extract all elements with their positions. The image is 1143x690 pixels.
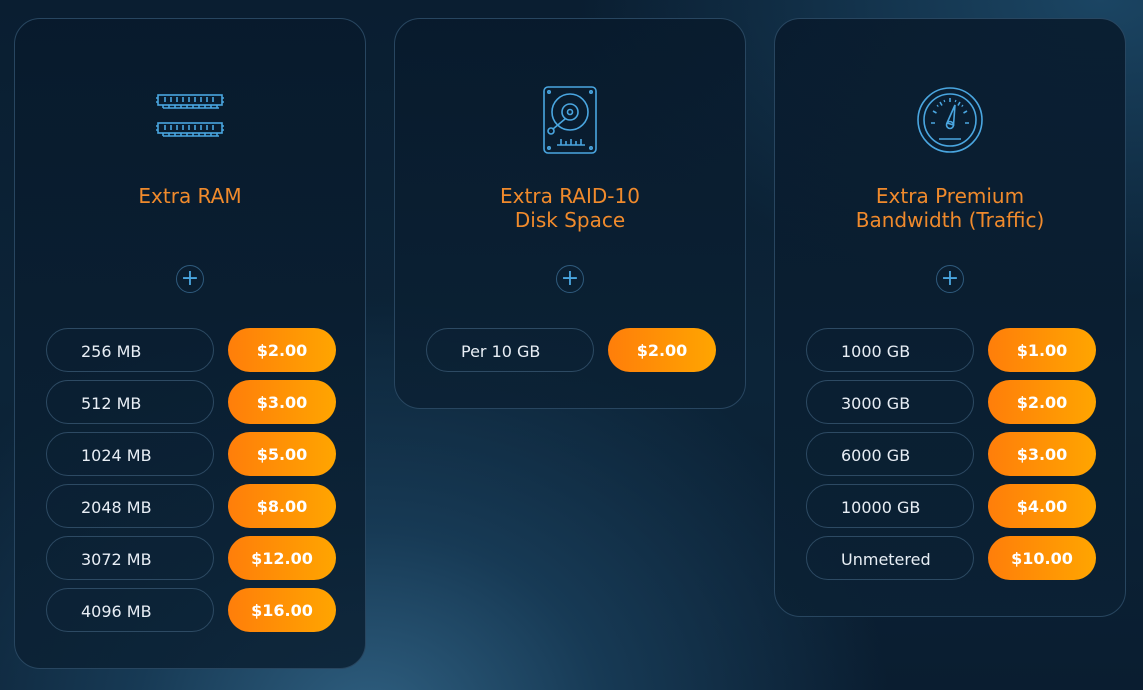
option-row: 2048 MB $8.00	[46, 484, 336, 528]
option-label: 1000 GB	[806, 328, 974, 372]
option-label: Unmetered	[806, 536, 974, 580]
option-row: 3000 GB $2.00	[806, 380, 1096, 424]
option-row: Per 10 GB $2.00	[426, 328, 716, 372]
expand-plus-icon[interactable]: +	[936, 265, 964, 293]
option-list: Per 10 GB $2.00	[426, 328, 716, 380]
price-button[interactable]: $12.00	[228, 536, 336, 580]
price-button[interactable]: $5.00	[228, 432, 336, 476]
price-button[interactable]: $3.00	[988, 432, 1096, 476]
price-button[interactable]: $4.00	[988, 484, 1096, 528]
option-row: 1024 MB $5.00	[46, 432, 336, 476]
price-button[interactable]: $2.00	[988, 380, 1096, 424]
price-button[interactable]: $10.00	[988, 536, 1096, 580]
addon-card-disk: Extra RAID-10 Disk Space + Per 10 GB $2.…	[394, 18, 746, 409]
price-button[interactable]: $16.00	[228, 588, 336, 632]
addon-card-ram: Extra RAM + 256 MB $2.00 512 MB $3.00 10…	[14, 18, 366, 669]
speedometer-icon	[915, 85, 985, 155]
card-title: Extra Premium Bandwidth (Traffic)	[855, 184, 1045, 232]
option-row: Unmetered $10.00	[806, 536, 1096, 580]
price-button[interactable]: $1.00	[988, 328, 1096, 372]
addon-card-bandwidth: Extra Premium Bandwidth (Traffic) + 1000…	[774, 18, 1126, 617]
option-list: 1000 GB $1.00 3000 GB $2.00 6000 GB $3.0…	[806, 328, 1096, 588]
option-label: 4096 MB	[46, 588, 214, 632]
option-label: 512 MB	[46, 380, 214, 424]
option-row: 10000 GB $4.00	[806, 484, 1096, 528]
option-label: 3072 MB	[46, 536, 214, 580]
option-label: 1024 MB	[46, 432, 214, 476]
option-row: 3072 MB $12.00	[46, 536, 336, 580]
option-row: 1000 GB $1.00	[806, 328, 1096, 372]
card-title: Extra RAID-10 Disk Space	[500, 184, 640, 232]
price-button[interactable]: $8.00	[228, 484, 336, 528]
option-label: 2048 MB	[46, 484, 214, 528]
ram-icon	[155, 85, 225, 155]
option-row: 4096 MB $16.00	[46, 588, 336, 632]
option-label: 6000 GB	[806, 432, 974, 476]
card-title: Extra RAM	[138, 184, 242, 208]
price-button[interactable]: $3.00	[228, 380, 336, 424]
expand-plus-icon[interactable]: +	[556, 265, 584, 293]
option-label: 256 MB	[46, 328, 214, 372]
option-row: 6000 GB $3.00	[806, 432, 1096, 476]
price-button[interactable]: $2.00	[228, 328, 336, 372]
option-list: 256 MB $2.00 512 MB $3.00 1024 MB $5.00 …	[46, 328, 336, 640]
option-label: 3000 GB	[806, 380, 974, 424]
option-label: Per 10 GB	[426, 328, 594, 372]
option-label: 10000 GB	[806, 484, 974, 528]
expand-plus-icon[interactable]: +	[176, 265, 204, 293]
option-row: 256 MB $2.00	[46, 328, 336, 372]
option-row: 512 MB $3.00	[46, 380, 336, 424]
hard-disk-icon	[535, 85, 605, 155]
price-button[interactable]: $2.00	[608, 328, 716, 372]
